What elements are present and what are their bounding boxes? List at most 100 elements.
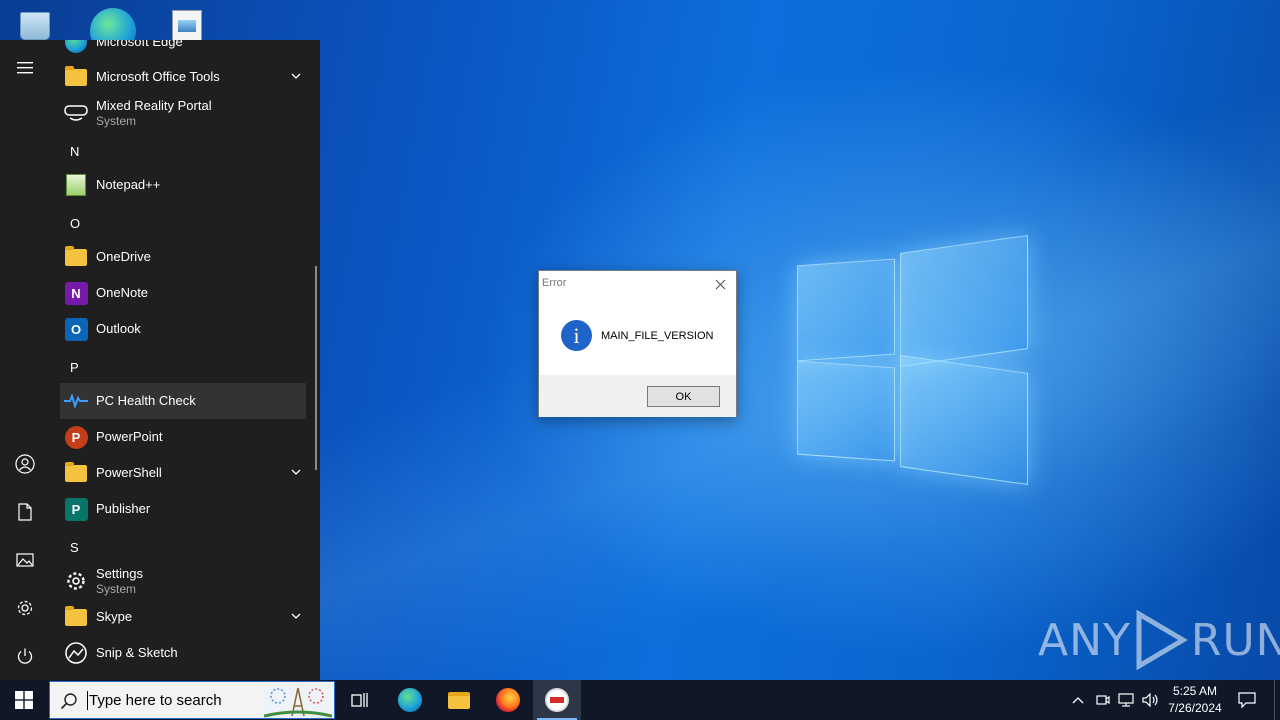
volume-icon[interactable] (1140, 680, 1162, 720)
dialog-footer: OK (539, 375, 736, 417)
network-icon[interactable] (1116, 680, 1136, 720)
taskbar: Type here to search 5:25 AM 7/26/2024 (0, 680, 1280, 720)
image-file-desktop-icon[interactable] (170, 4, 210, 44)
onedrive-icon (63, 244, 89, 270)
wallpaper-logo-pane-bl (797, 360, 895, 462)
app-powerpoint[interactable]: P PowerPoint (60, 419, 306, 455)
folder-icon (63, 460, 89, 486)
foxit-app-icon[interactable] (533, 680, 581, 720)
section-letter-s[interactable]: S (70, 540, 79, 555)
app-label: Snip & Sketch (96, 645, 178, 660)
app-label: Skype (96, 609, 133, 624)
powerpoint-icon: P (63, 424, 89, 450)
mixed-reality-icon (63, 100, 89, 126)
settings-icon[interactable] (0, 588, 50, 628)
show-hidden-icons-chevron-icon[interactable] (1068, 680, 1088, 720)
start-left-rail (0, 40, 50, 680)
firefox-icon[interactable] (484, 680, 532, 720)
wallpaper-logo-pane-tl (797, 258, 895, 362)
dialog-title: Error (542, 277, 567, 289)
edge-icon[interactable] (386, 680, 434, 720)
start-menu: Microsoft Edge Microsoft Office Tools Mi… (0, 40, 320, 680)
app-label: OneDrive (96, 249, 151, 264)
taskbar-clock[interactable]: 5:25 AM 7/26/2024 (1162, 683, 1228, 717)
wallpaper-logo-pane-br (900, 355, 1028, 485)
folder-icon (63, 64, 89, 90)
app-powershell[interactable]: PowerShell (60, 455, 306, 491)
clock-date: 7/26/2024 (1168, 701, 1222, 715)
app-snip-sketch[interactable]: Snip & Sketch (60, 635, 306, 671)
recycle-bin-desktop-icon[interactable] (16, 4, 56, 40)
show-desktop-button[interactable] (1274, 680, 1280, 720)
chevron-down-icon[interactable] (290, 70, 302, 82)
meet-now-icon[interactable] (1093, 680, 1113, 720)
pc-health-check-icon (63, 388, 89, 414)
wallpaper-logo-pane-tr (900, 235, 1028, 367)
taskbar-search-box[interactable]: Type here to search (49, 681, 335, 719)
pictures-icon[interactable] (0, 540, 50, 580)
powerpoint-tile: P (64, 425, 88, 449)
app-label: PowerPoint (96, 429, 163, 444)
text-caret (87, 691, 88, 710)
notifications-icon[interactable] (1236, 680, 1258, 720)
app-label: Mixed Reality Portal (96, 97, 212, 113)
app-microsoft-office-tools[interactable]: Microsoft Office Tools (60, 59, 306, 95)
watermark-right-text: RUN (1190, 614, 1280, 666)
app-microsoft-edge[interactable]: Microsoft Edge (60, 40, 306, 60)
app-label: PowerShell (96, 465, 162, 480)
chevron-down-icon[interactable] (290, 610, 302, 622)
app-onedrive[interactable]: OneDrive (60, 239, 306, 275)
app-sublabel: System (96, 581, 137, 596)
app-mixed-reality-portal[interactable]: Mixed Reality Portal System (60, 95, 306, 131)
section-letter-o[interactable]: O (70, 216, 80, 231)
snip-sketch-icon (63, 640, 89, 666)
watermark-play-icon (1136, 610, 1188, 670)
app-settings[interactable]: Settings System (60, 563, 306, 599)
user-account-icon[interactable] (0, 444, 50, 484)
documents-icon[interactable] (0, 492, 50, 532)
app-label: Notepad++ (96, 177, 161, 192)
notepad-plus-plus-icon (63, 172, 89, 198)
start-button[interactable] (0, 680, 48, 720)
search-icon (60, 693, 77, 710)
app-notepad-plus-plus[interactable]: Notepad++ (60, 167, 306, 203)
app-publisher[interactable]: P Publisher (60, 491, 306, 527)
anyrun-watermark: ANY RUN (1038, 610, 1280, 670)
task-view-icon[interactable] (336, 680, 384, 720)
app-label: Outlook (96, 321, 141, 336)
dialog-message: MAIN_FILE_VERSION (601, 330, 714, 342)
outlook-icon: O (63, 316, 89, 342)
ok-button[interactable]: OK (647, 386, 720, 407)
clock-time: 5:25 AM (1172, 684, 1218, 698)
section-letter-n[interactable]: N (70, 144, 79, 159)
section-letter-p[interactable]: P (70, 360, 79, 375)
app-label: PC Health Check (96, 393, 196, 408)
outlook-tile: O (64, 317, 88, 341)
search-input[interactable]: Type here to search (89, 692, 222, 709)
app-onenote[interactable]: N OneNote (60, 275, 306, 311)
app-label: Publisher (96, 501, 151, 516)
chevron-down-icon[interactable] (290, 466, 302, 478)
app-outlook[interactable]: O Outlook (60, 311, 306, 347)
app-list-scrollbar[interactable] (315, 266, 317, 470)
app-label: OneNote (96, 285, 149, 300)
app-label: Microsoft Office Tools (96, 69, 220, 84)
search-highlight-art-icon (264, 684, 332, 718)
publisher-icon: P (63, 496, 89, 522)
power-icon[interactable] (0, 636, 50, 676)
start-app-list: Microsoft Edge Microsoft Office Tools Mi… (50, 40, 320, 680)
app-skype[interactable]: Skype (60, 599, 306, 635)
app-label: Settings (96, 565, 143, 581)
watermark-left-text: ANY (1038, 614, 1131, 666)
settings-icon (63, 568, 89, 594)
app-sublabel: System (96, 113, 137, 128)
edge-desktop-icon[interactable] (90, 4, 136, 54)
hamburger-menu-icon[interactable] (0, 48, 50, 88)
publisher-tile: P (64, 497, 88, 521)
onenote-icon: N (63, 280, 89, 306)
close-icon[interactable] (710, 275, 730, 293)
app-pc-health-check[interactable]: PC Health Check (60, 383, 306, 419)
information-icon: i (561, 320, 592, 351)
edge-icon (63, 40, 89, 55)
file-explorer-icon[interactable] (435, 680, 483, 720)
